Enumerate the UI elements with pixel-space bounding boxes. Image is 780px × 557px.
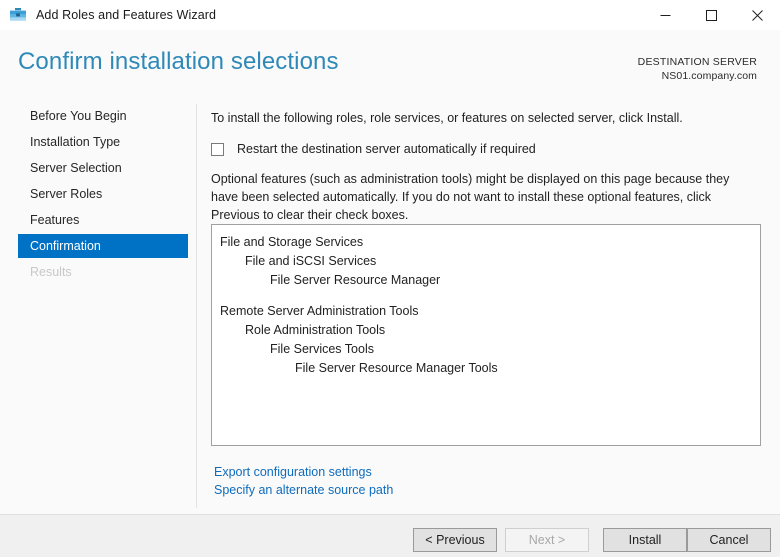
restart-checkbox-label: Restart the destination server automatic… bbox=[237, 142, 536, 156]
wizard-footer: < Previous Next > Install Cancel bbox=[0, 514, 780, 557]
specify-alternate-source-path-link[interactable]: Specify an alternate source path bbox=[214, 481, 393, 499]
selected-features-listbox[interactable]: File and Storage Services File and iSCSI… bbox=[211, 224, 761, 446]
tree-item: File and Storage Services bbox=[220, 235, 364, 249]
close-button[interactable] bbox=[734, 0, 780, 30]
tree-item: File Services Tools bbox=[270, 342, 374, 356]
export-configuration-settings-link[interactable]: Export configuration settings bbox=[214, 463, 393, 481]
sidebar-item-before-you-begin[interactable]: Before You Begin bbox=[0, 104, 196, 128]
destination-server-name: NS01.company.com bbox=[661, 70, 757, 82]
restart-checkbox[interactable] bbox=[211, 143, 224, 156]
maximize-icon bbox=[705, 9, 717, 21]
wizard-window: Add Roles and Features Wizard Confirm in… bbox=[0, 0, 780, 557]
close-icon bbox=[751, 9, 763, 21]
install-intro-text: To install the following roles, role ser… bbox=[211, 111, 683, 125]
sidebar-item-installation-type[interactable]: Installation Type bbox=[0, 130, 196, 154]
previous-button[interactable]: < Previous bbox=[413, 528, 497, 552]
destination-server-label: DESTINATION SERVER bbox=[637, 56, 757, 68]
feature-tree: File and Storage Services File and iSCSI… bbox=[212, 225, 760, 378]
restart-checkbox-row[interactable]: Restart the destination server automatic… bbox=[211, 141, 761, 157]
main-content: To install the following roles, role ser… bbox=[211, 104, 761, 224]
toolbox-icon bbox=[9, 6, 27, 24]
sidebar-divider bbox=[196, 104, 197, 508]
sidebar-item-results: Results bbox=[30, 265, 72, 279]
window-title: Add Roles and Features Wizard bbox=[36, 8, 217, 22]
sidebar-item-server-selection[interactable]: Server Selection bbox=[0, 156, 196, 180]
sidebar-item-confirmation[interactable]: Confirmation bbox=[18, 234, 188, 258]
tree-item: File Server Resource Manager Tools bbox=[295, 361, 498, 375]
next-button: Next > bbox=[505, 528, 589, 552]
optional-features-text: Optional features (such as administratio… bbox=[211, 172, 730, 222]
maximize-button[interactable] bbox=[688, 0, 734, 30]
page-title: Confirm installation selections bbox=[18, 48, 339, 75]
sidebar-item-features[interactable]: Features bbox=[0, 208, 196, 232]
destination-server-block: DESTINATION SERVER NS01.company.com bbox=[638, 55, 757, 83]
cancel-button[interactable]: Cancel bbox=[687, 528, 771, 552]
page-header: Confirm installation selections DESTINAT… bbox=[0, 30, 780, 92]
footer-links: Export configuration settings Specify an… bbox=[214, 463, 393, 499]
install-button[interactable]: Install bbox=[603, 528, 687, 552]
tree-item: Role Administration Tools bbox=[245, 323, 386, 337]
window-controls bbox=[642, 0, 780, 30]
title-bar: Add Roles and Features Wizard bbox=[0, 0, 780, 30]
wizard-nav-sidebar: Before You Begin Installation Type Serve… bbox=[0, 104, 196, 514]
minimize-button[interactable] bbox=[642, 0, 688, 30]
tree-item: File Server Resource Manager bbox=[270, 273, 441, 287]
tree-item: Remote Server Administration Tools bbox=[220, 304, 419, 318]
tree-item: File and iSCSI Services bbox=[245, 254, 377, 268]
sidebar-item-server-roles[interactable]: Server Roles bbox=[0, 182, 196, 206]
minimize-icon bbox=[660, 14, 670, 16]
